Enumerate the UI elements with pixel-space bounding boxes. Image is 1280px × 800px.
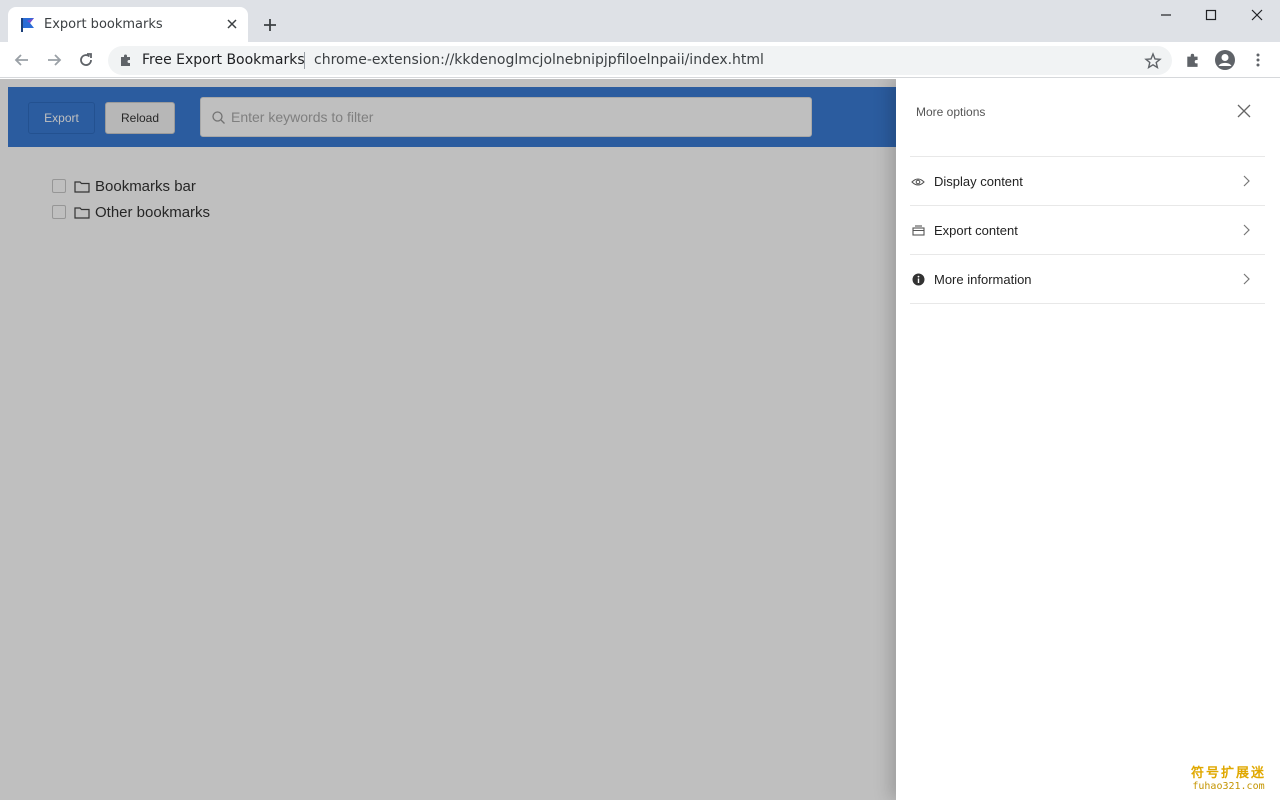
minimize-icon (1161, 14, 1171, 16)
profile-button[interactable] (1213, 48, 1237, 72)
omnibox-separator (304, 52, 305, 69)
close-icon (1251, 9, 1263, 21)
url-text[interactable]: chrome-extension://kkdenoglmcjolnebnipjp… (314, 52, 764, 68)
refresh-icon (80, 53, 92, 66)
bookmark-flag-icon (21, 18, 34, 32)
maximize-icon (1205, 9, 1217, 21)
info-icon (911, 273, 925, 287)
tab-strip: Export bookmarks (0, 0, 1280, 42)
menu-label: More information (934, 272, 1032, 287)
avatar-icon (1215, 50, 1235, 70)
extensions-button[interactable] (1181, 48, 1205, 72)
tab-title: Export bookmarks (44, 17, 163, 32)
plus-icon (264, 19, 276, 31)
address-bar[interactable]: Free Export Bookmarks chrome-extension:/… (108, 46, 1172, 75)
arrow-left-icon (14, 54, 28, 66)
back-button[interactable] (10, 48, 34, 72)
drawer-title: More options (916, 105, 986, 119)
menu-item-more-information[interactable]: More information (910, 255, 1265, 304)
puzzle-icon (121, 54, 130, 66)
chevron-right-icon (1243, 273, 1250, 285)
arrow-right-icon (48, 54, 62, 66)
star-icon[interactable] (1144, 52, 1162, 70)
maximize-button[interactable] (1188, 4, 1234, 26)
drawer-close-button[interactable] (1234, 101, 1254, 121)
watermark-logo: 符号扩展迷 fuhao321.com (1191, 762, 1266, 792)
chevron-right-icon (1243, 175, 1250, 187)
eye-icon (911, 175, 925, 189)
tab-close-icon[interactable] (222, 14, 242, 34)
kebab-menu-icon (1256, 53, 1260, 67)
menu-item-display-content[interactable]: Display content (910, 157, 1265, 206)
close-icon (1237, 104, 1251, 118)
export-icon (911, 224, 925, 238)
reload-page-button[interactable] (74, 48, 98, 72)
minimize-button[interactable] (1143, 4, 1189, 26)
browser-tab[interactable]: Export bookmarks (8, 7, 248, 42)
browser-menu-button[interactable] (1246, 48, 1270, 72)
more-options-drawer: More options Display content Export cont… (896, 79, 1280, 800)
menu-label: Display content (934, 174, 1023, 189)
menu-label: Export content (934, 223, 1018, 238)
watermark-cn: 符号扩展迷 (1190, 766, 1266, 781)
close-window-button[interactable] (1234, 4, 1280, 26)
divider (910, 303, 1265, 304)
site-name: Free Export Bookmarks (142, 52, 305, 68)
chevron-right-icon (1243, 224, 1250, 236)
extension-page: Export Reload Bookmarks bar Other bookma… (0, 79, 1280, 800)
menu-item-export-content[interactable]: Export content (910, 206, 1265, 255)
puzzle-icon (1187, 53, 1198, 67)
watermark-en: fuhao321.com (1192, 781, 1265, 792)
browser-toolbar: Free Export Bookmarks chrome-extension:/… (0, 42, 1280, 78)
new-tab-button[interactable] (258, 13, 282, 37)
forward-button[interactable] (42, 48, 66, 72)
